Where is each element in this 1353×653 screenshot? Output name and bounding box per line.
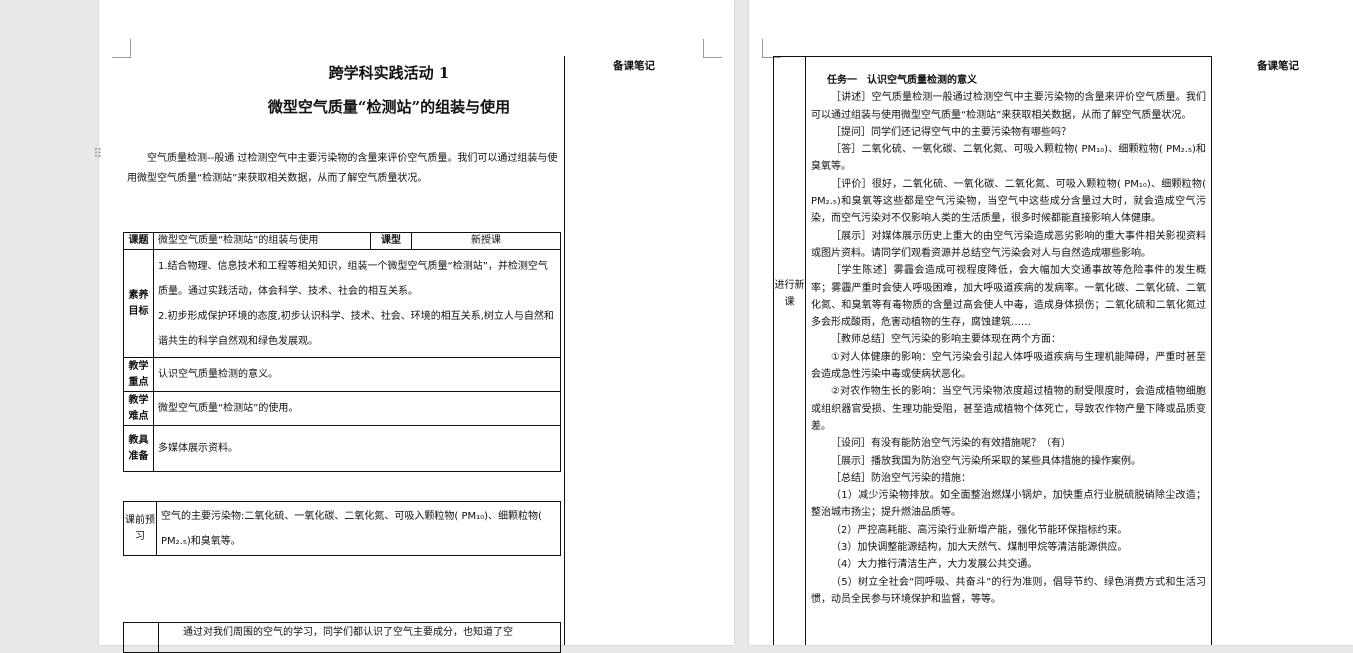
notes-label: 备课笔记	[1257, 60, 1299, 72]
preview-label: 课前预习	[123, 501, 157, 556]
key-point-label: 教学重点	[123, 357, 154, 392]
lesson-paragraph: ［教师总结］空气污染的影响主要体现在两个方面：	[831, 334, 1061, 346]
lesson-paragraph: ①对人体健康的影响：空气污染会引起人体呼吸道疾病与生理机能障碍，严重时甚至会造成…	[811, 351, 1206, 381]
lesson-paragraph: ［学生陈述］雾霾会造成可视程度降低，会大幅加大交通事故等危险事件的发生概率；雾霾…	[811, 265, 1206, 329]
lesson-paragraph: ［设问］有没有能防治空气污染的有效措施呢？（有）	[831, 438, 1071, 450]
intro-paragraph: 空气质量检测--般通 过检测空气中主要污染物的含量来评价空气质量。我们可以通过组…	[127, 153, 558, 184]
lesson-table: 课题 微型空气质量“检测站”的组装与使用 课型 新授课 素养目标 1.结合物理、…	[123, 232, 561, 472]
goal-2: 2.初步形成保护环境的态度,初步认识科学、技术、社会、环境的相互关系,树立人与自…	[158, 310, 554, 347]
lesson-paragraph: ［提问］同学们还记得空气中的主要污染物有哪些吗？	[831, 126, 1071, 138]
difficulty-value: 微型空气质量“检测站”的使用。	[153, 391, 561, 426]
document-title: 跨学科实践活动 1	[328, 64, 450, 82]
intro-table: 通过对我们周围的空气的学习，同学们都认识了空气主要成分，也知道了空	[123, 622, 561, 653]
lesson-phase-column: 进行新课	[773, 56, 806, 645]
lesson-paragraph: ［总结］防治空气污染的措施：	[831, 472, 971, 484]
preview-value: 空气的主要污染物:二氧化硫、一氧化碳、二氧化氮、可吸入颗粒物( PM₁₀)、细颗…	[156, 501, 561, 556]
lesson-paragraph: ［评价］很好，二氧化硫、一氧化碳、二氧化氮、可吸入颗粒物( PM₁₀)、细颗粒物…	[811, 178, 1206, 225]
lesson-content: 任务一 认识空气质量检测的意义 ［讲述］空气质量检测一般通过检测空气中主要污染物…	[811, 72, 1206, 608]
lesson-paragraph: （3）加快调整能源结构，加大天然气、煤制甲烷等清洁能源供应。	[831, 542, 1128, 554]
drag-handle-icon[interactable]: ⠿	[93, 147, 103, 163]
crop-mark	[703, 39, 722, 58]
goal-1: 1.结合物理、信息技术和工程等相关知识，组装一个微型空气质量“检测站”，并检测空…	[158, 260, 548, 297]
crop-mark	[112, 39, 131, 58]
intro-table-text: 通过对我们周围的空气的学习，同学们都认识了空气主要成分，也知道了空	[158, 622, 561, 653]
lesson-paragraph: （2）严控高耗能、高污染行业新增产能，强化节能环保指标约束。	[831, 524, 1128, 536]
tools-label: 教具准备	[123, 425, 154, 472]
lesson-paragraph: （1）减少污染物排放。如全面整治燃煤小锅炉，加快重点行业脱硫脱硝除尘改造；整治城…	[811, 490, 1206, 519]
goals-cell: 1.结合物理、信息技术和工程等相关知识，组装一个微型空气质量“检测站”，并检测空…	[153, 249, 561, 358]
key-point-value: 认识空气质量检测的意义。	[153, 357, 561, 392]
table-top-border	[773, 56, 1212, 57]
topic-label: 课题	[123, 232, 154, 250]
lesson-paragraph: ［答］二氧化硫、一氧化碳、二氧化氮、可吸入颗粒物( PM₁₀)、细颗粒物( PM…	[811, 144, 1206, 173]
difficulty-label: 教学难点	[123, 391, 154, 426]
lesson-paragraph: （4）大力推行清洁生产，大力发展公共交通。	[831, 559, 1038, 571]
preview-table: 课前预习 空气的主要污染物:二氧化硫、一氧化碳、二氧化氮、可吸入颗粒物( PM₁…	[123, 501, 561, 556]
document-subtitle: 微型空气质量“检测站”的组装与使用	[267, 98, 511, 116]
document-page-2: 备课笔记 进行新课 任务一 认识空气质量检测的意义 ［讲述］空气质量检测一般通过…	[749, 0, 1353, 645]
tools-value: 多媒体展示资料。	[153, 425, 561, 472]
lesson-paragraph: （5）树立全社会“同呼吸、共奋斗”的行为准则，倡导节约、绿色消费方式和生活习惯，…	[811, 576, 1206, 605]
notes-divider	[564, 56, 565, 645]
lesson-paragraph: ［展示］对媒体展示历史上重大的由空气污染造成恶劣影响的重大事件相关影视资料或图片…	[811, 230, 1206, 259]
document-page-1: 备课笔记 跨学科实践活动 1 微型空气质量“检测站”的组装与使用 空气质量检测-…	[99, 0, 734, 653]
table-right-border	[1211, 56, 1212, 645]
lesson-paragraph: ［讲述］空气质量检测一般通过检测空气中主要污染物的含量来评价空气质量。我们可以通…	[811, 92, 1206, 121]
task-heading: 任务一 认识空气质量检测的意义	[827, 75, 977, 86]
topic-value: 微型空气质量“检测站”的组装与使用	[153, 232, 371, 250]
type-value: 新授课	[411, 232, 561, 250]
lesson-phase-label: 进行新课	[774, 280, 805, 308]
intro-table-label-cell	[123, 622, 159, 653]
lesson-paragraph: ［展示］播放我国为防治空气污染所采取的某些具体措施的操作案例。	[831, 455, 1141, 467]
lesson-paragraph: ②对农作物生长的影响：当空气污染物浓度超过植物的耐受限度时，会造成植物细胞或组织…	[811, 386, 1206, 432]
goals-label: 素养目标	[123, 249, 154, 358]
type-label: 课型	[370, 232, 412, 250]
